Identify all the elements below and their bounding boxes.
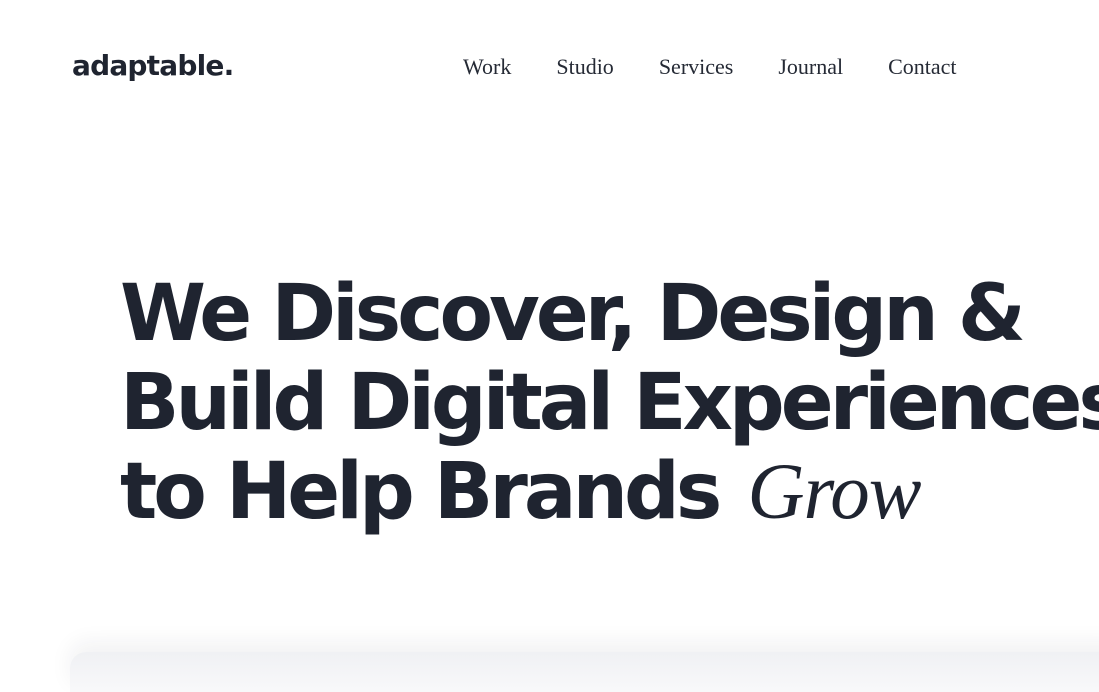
hero-headline-accent-word: Grow — [747, 449, 921, 536]
brand-logo[interactable]: adaptable. — [72, 52, 234, 80]
hero-headline-line-3-main: to Help Brands — [120, 447, 722, 537]
nav-link-journal[interactable]: Journal — [778, 56, 843, 78]
nav-link-work[interactable]: Work — [463, 56, 511, 78]
hero-section: We Discover, Design & Build Digital Expe… — [120, 269, 1099, 537]
nav-link-studio[interactable]: Studio — [556, 56, 613, 78]
main-navigation: Work Studio Services Journal Contact — [463, 56, 957, 78]
site-header: adaptable. Work Studio Services Journal … — [0, 0, 1099, 140]
nav-link-services[interactable]: Services — [659, 56, 734, 78]
hero-headline: We Discover, Design & Build Digital Expe… — [120, 269, 1099, 537]
hero-headline-line-1: We Discover, Design & — [120, 269, 1026, 359]
content-panel-edge — [70, 652, 1099, 692]
hero-headline-line-3: to Help Brands Grow — [120, 448, 1090, 537]
nav-link-contact[interactable]: Contact — [888, 56, 956, 78]
hero-headline-line-2: Build Digital Experiences — [120, 358, 1099, 448]
